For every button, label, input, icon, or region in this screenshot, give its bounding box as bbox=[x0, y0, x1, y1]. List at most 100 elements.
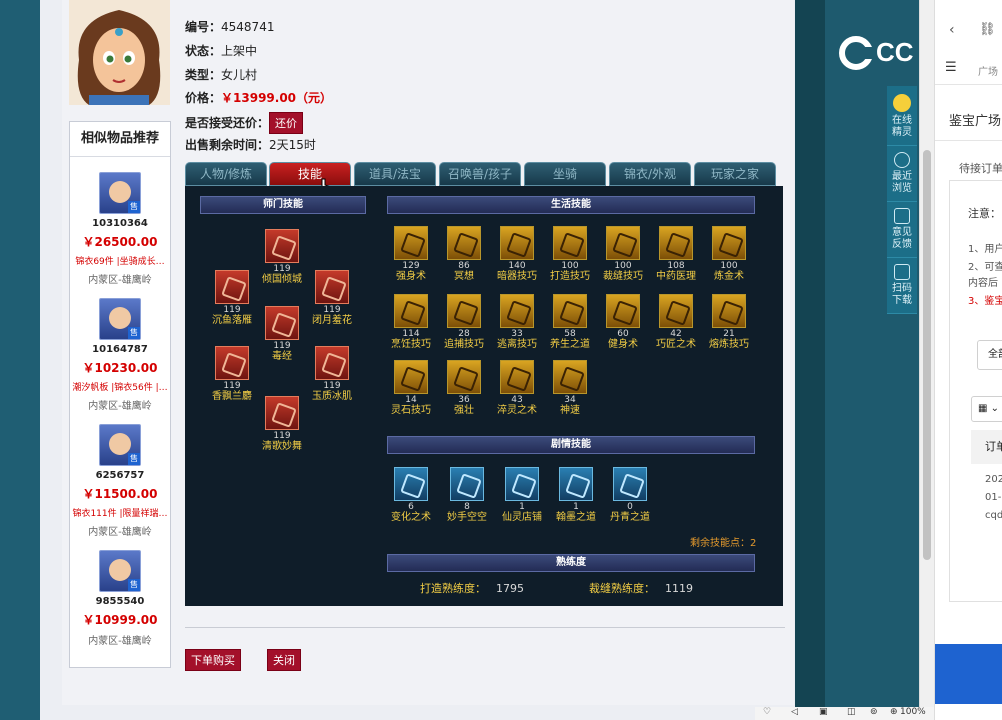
skill-icon bbox=[505, 467, 539, 501]
life-skill[interactable]: 100 打造技巧 bbox=[543, 226, 597, 283]
similar-item-price: ￥26500.00 bbox=[82, 235, 158, 249]
life-skill[interactable]: 114 烹饪技巧 bbox=[384, 294, 438, 351]
similar-item[interactable]: 售 10310364 ￥26500.00 锦衣69件 |坐骑成长… 内蒙区-雄鹰… bbox=[70, 172, 170, 286]
skill-icon bbox=[712, 294, 746, 328]
filter-select[interactable]: 全部 bbox=[977, 340, 1002, 370]
time-remaining-row: 出售剩余时间：2天15时 bbox=[185, 138, 316, 152]
life-skill[interactable]: 33 逃离技巧 bbox=[490, 294, 544, 351]
life-skill[interactable]: 21 熔炼技巧 bbox=[702, 294, 756, 351]
skill-icon bbox=[265, 229, 299, 263]
scrollbar[interactable] bbox=[919, 0, 934, 720]
item-price-row: 价格：￥13999.00（元） bbox=[185, 91, 333, 105]
zoom-level[interactable]: 100% bbox=[900, 707, 926, 717]
tab-items[interactable]: 道具/法宝 bbox=[354, 162, 436, 186]
scrollbar-thumb bbox=[923, 150, 931, 560]
skill-icon bbox=[394, 294, 428, 328]
life-skill[interactable]: 42 巧匠之术 bbox=[649, 294, 703, 351]
life-skill[interactable]: 43 淬灵之术 bbox=[490, 360, 544, 417]
buy-button[interactable]: 下单购买 bbox=[185, 649, 241, 671]
life-skill[interactable]: 86 冥想 bbox=[437, 226, 491, 283]
life-skill[interactable]: 129 强身术 bbox=[384, 226, 438, 283]
school-skill[interactable]: 119 闭月羞花 bbox=[305, 270, 359, 327]
school-skill[interactable]: 119 毒经 bbox=[255, 306, 309, 363]
skill-icon bbox=[659, 294, 693, 328]
skill-icon bbox=[265, 306, 299, 340]
life-skill[interactable]: 34 神速 bbox=[543, 360, 597, 417]
similar-item-avatar[interactable]: 售 bbox=[99, 550, 141, 592]
life-skill[interactable]: 14 灵石技巧 bbox=[384, 360, 438, 417]
tailor-proficiency: 裁缝熟练度： 1119 bbox=[589, 582, 693, 595]
life-skill[interactable]: 108 中药医理 bbox=[649, 226, 703, 283]
plot-skill[interactable]: 6 变化之术 bbox=[384, 467, 438, 524]
skill-icon bbox=[712, 226, 746, 260]
item-id-row: 编号：4548741 bbox=[185, 20, 275, 34]
close-button[interactable]: 关闭 bbox=[267, 649, 301, 671]
tab-outfits[interactable]: 锦衣/外观 bbox=[609, 162, 691, 186]
school-skill[interactable]: 119 香飘兰麝 bbox=[205, 346, 259, 403]
square-tab[interactable]: 广场 bbox=[978, 63, 998, 78]
skill-icon bbox=[659, 226, 693, 260]
item-status: 上架中 bbox=[221, 44, 258, 58]
clock-icon bbox=[894, 152, 910, 168]
menu-icon[interactable]: ☰ bbox=[945, 60, 957, 75]
skill-icon bbox=[606, 226, 640, 260]
life-skill[interactable]: 60 健身术 bbox=[596, 294, 650, 351]
plot-skill[interactable]: 1 翰墨之道 bbox=[549, 467, 603, 524]
similar-item[interactable]: 售 10164787 ￥10230.00 潮汐帆板 |锦衣56件 |… 内蒙区-… bbox=[70, 298, 170, 412]
sidebar-scan-download[interactable]: 扫码下载 bbox=[887, 258, 917, 314]
tab-pets[interactable]: 召唤兽/孩子 bbox=[439, 162, 521, 186]
similar-item-avatar[interactable]: 售 bbox=[99, 172, 141, 214]
pending-orders: 待接订单 bbox=[959, 162, 1002, 175]
speaker-icon: ◁ bbox=[791, 707, 798, 717]
order-column-header: 订单 bbox=[971, 430, 1002, 464]
skill-icon bbox=[553, 294, 587, 328]
skills-panel: 师门技能 生活技能 剧情技能 熟练度 119 倾国倾城 119 沉鱼落雁 119 闭月… bbox=[185, 186, 783, 606]
life-skill[interactable]: 28 追捕技巧 bbox=[437, 294, 491, 351]
tab-mounts[interactable]: 坐骑 bbox=[524, 162, 606, 186]
similar-item-avatar[interactable]: 售 bbox=[99, 424, 141, 466]
similar-item[interactable]: 售 9855540 ￥10999.00 内蒙区-雄鹰岭 bbox=[70, 550, 170, 647]
tab-home[interactable]: 玩家之家 bbox=[694, 162, 776, 186]
link-icon[interactable]: ⛓ bbox=[979, 22, 996, 37]
school-skill[interactable]: 119 玉质冰肌 bbox=[305, 346, 359, 403]
back-icon[interactable]: ‹ bbox=[949, 22, 955, 38]
similar-item-id: 10164787 bbox=[92, 344, 148, 355]
item-type-row: 类型：女儿村 bbox=[185, 68, 258, 82]
skill-icon bbox=[500, 226, 534, 260]
plot-skill[interactable]: 1 仙灵店铺 bbox=[495, 467, 549, 524]
sidebar-feedback[interactable]: 意见反馈 bbox=[887, 202, 917, 258]
sidebar-recent-browse[interactable]: 最近浏览 bbox=[887, 146, 917, 202]
lock-icon: ▣ bbox=[819, 707, 828, 717]
sidebar-online-assistant[interactable]: 在线精灵 bbox=[887, 86, 917, 146]
school-skill[interactable]: 119 清歌妙舞 bbox=[255, 396, 309, 453]
blue-banner bbox=[935, 644, 1002, 704]
similar-item-server: 内蒙区-雄鹰岭 bbox=[88, 527, 152, 538]
forge-proficiency: 打造熟练度： 1795 bbox=[420, 582, 524, 595]
school-skill[interactable]: 119 沉鱼落雁 bbox=[205, 270, 259, 327]
similar-item[interactable]: 售 6256757 ￥11500.00 锦衣111件 |限量祥瑞… 内蒙区-雄鹰… bbox=[70, 424, 170, 538]
skill-icon bbox=[613, 467, 647, 501]
similar-item-id: 10310364 bbox=[92, 218, 148, 229]
cc-logo: CC bbox=[838, 35, 918, 71]
similar-item-avatar[interactable]: 售 bbox=[99, 298, 141, 340]
life-skill[interactable]: 140 暗器技巧 bbox=[490, 226, 544, 283]
grid-view-icon[interactable]: ▦ ⌄ bbox=[971, 396, 1002, 422]
remaining-skill-points: 剩余技能点：2 bbox=[690, 538, 757, 549]
item-type: 女儿村 bbox=[221, 68, 258, 82]
tab-skills[interactable]: 技能 bbox=[269, 162, 351, 186]
similar-item-id: 6256757 bbox=[95, 470, 145, 481]
life-skill[interactable]: 100 裁缝技巧 bbox=[596, 226, 650, 283]
item-id: 4548741 bbox=[221, 20, 275, 34]
plot-skills-header: 剧情技能 bbox=[387, 436, 755, 454]
skill-icon bbox=[215, 346, 249, 380]
plot-skill[interactable]: 0 丹青之道 bbox=[603, 467, 657, 524]
tab-character[interactable]: 人物/修炼 bbox=[185, 162, 267, 186]
life-skill[interactable]: 36 强壮 bbox=[437, 360, 491, 417]
bargain-button[interactable]: 还价 bbox=[269, 112, 304, 134]
school-skill[interactable]: 119 倾国倾城 bbox=[255, 229, 309, 286]
skill-icon bbox=[500, 360, 534, 394]
life-skill[interactable]: 58 养生之道 bbox=[543, 294, 597, 351]
life-skill[interactable]: 100 炼金术 bbox=[702, 226, 756, 283]
divider bbox=[185, 627, 785, 628]
plot-skill[interactable]: 8 妙手空空 bbox=[440, 467, 494, 524]
